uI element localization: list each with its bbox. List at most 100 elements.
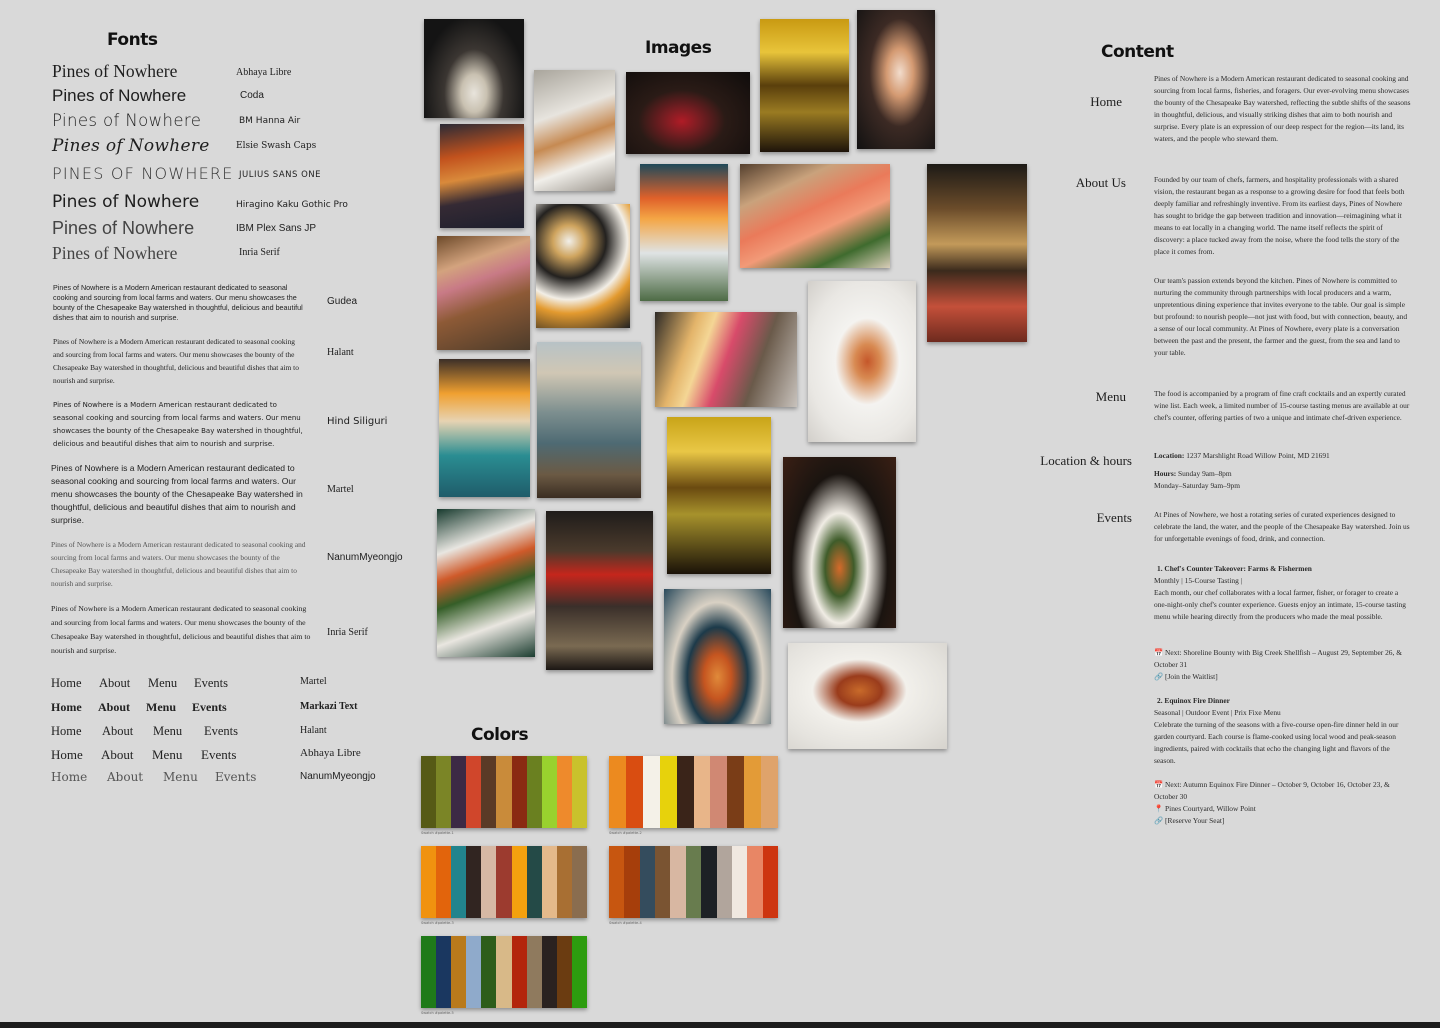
color-swatch[interactable] <box>421 756 437 828</box>
color-swatch[interactable] <box>701 846 717 918</box>
font-sample[interactable]: Pines of Nowhere <box>52 136 210 156</box>
color-swatch[interactable] <box>466 846 482 918</box>
color-swatch[interactable] <box>421 936 437 1008</box>
color-swatch[interactable] <box>609 756 626 828</box>
lobster-dish-photo[interactable] <box>788 643 947 749</box>
color-palette[interactable] <box>421 756 588 828</box>
color-swatch[interactable] <box>747 846 763 918</box>
color-swatch[interactable] <box>625 756 643 828</box>
nav-item-events[interactable]: Events <box>204 724 238 739</box>
color-swatch[interactable] <box>466 936 482 1008</box>
sushi-platter-photo[interactable] <box>440 124 524 228</box>
color-swatch[interactable] <box>710 756 728 828</box>
nav-item-home[interactable]: Home <box>51 676 99 691</box>
wine-bar-photo[interactable] <box>667 417 771 574</box>
plated-dish-photo[interactable] <box>424 19 524 118</box>
charcuterie-board-photo[interactable] <box>437 236 530 350</box>
color-swatch[interactable] <box>655 846 671 918</box>
color-swatch[interactable] <box>642 756 660 828</box>
oysters-photo[interactable] <box>439 359 530 497</box>
waterfront-dining-photo[interactable] <box>537 342 641 498</box>
color-swatch[interactable] <box>496 936 512 1008</box>
font-sample[interactable]: Pines of Nowhere <box>52 111 201 130</box>
nav-item-menu[interactable]: Menu <box>146 700 192 715</box>
nav-item-menu[interactable]: Menu <box>163 770 215 784</box>
nav-item-menu[interactable]: Menu <box>148 676 194 691</box>
seafood-pasta-photo[interactable] <box>664 589 771 724</box>
color-swatch[interactable] <box>727 756 745 828</box>
color-swatch[interactable] <box>571 936 588 1008</box>
nav-item-about[interactable]: About <box>101 747 152 763</box>
color-swatch[interactable] <box>716 846 732 918</box>
color-swatch[interactable] <box>496 846 512 918</box>
color-swatch[interactable] <box>481 756 497 828</box>
color-swatch[interactable] <box>685 846 702 918</box>
bartender-pouring-photo[interactable] <box>655 312 797 407</box>
color-swatch[interactable] <box>541 756 557 828</box>
bar-shelf-photo[interactable] <box>760 19 849 152</box>
color-swatch[interactable] <box>451 756 467 828</box>
color-palette[interactable] <box>609 756 779 828</box>
color-swatch[interactable] <box>436 936 452 1008</box>
shellfish-hand-photo[interactable] <box>857 10 935 149</box>
cocktails-photo[interactable] <box>640 164 728 301</box>
nav-item-events[interactable]: Events <box>194 676 228 691</box>
color-swatch[interactable] <box>659 756 677 828</box>
color-swatch[interactable] <box>744 756 762 828</box>
color-swatch[interactable] <box>556 756 572 828</box>
color-swatch[interactable] <box>466 756 482 828</box>
color-swatch[interactable] <box>571 846 588 918</box>
color-swatch[interactable] <box>511 936 527 1008</box>
nav-item-menu[interactable]: Menu <box>153 724 204 739</box>
color-palette[interactable] <box>421 846 588 918</box>
font-sample[interactable]: Pines of Nowhere <box>52 164 234 183</box>
color-swatch[interactable] <box>436 846 452 918</box>
color-swatch[interactable] <box>731 846 748 918</box>
color-swatch[interactable] <box>761 756 779 828</box>
color-palette[interactable] <box>609 846 778 918</box>
nav-item-about[interactable]: About <box>102 724 153 739</box>
color-swatch[interactable] <box>511 756 527 828</box>
color-swatch[interactable] <box>541 846 557 918</box>
event-link[interactable]: 🔗 [Reserve Your Seat] <box>1154 815 1224 827</box>
crab-dish-photo[interactable] <box>808 281 916 442</box>
chef-portrait-photo[interactable] <box>546 511 653 670</box>
color-swatch[interactable] <box>670 846 686 918</box>
nav-item-about[interactable]: About <box>98 700 146 715</box>
event-link[interactable]: 🔗 [Join the Waitlist] <box>1154 671 1218 683</box>
table-dishes-photo[interactable] <box>534 70 615 191</box>
whole-fish-photo[interactable] <box>437 509 535 657</box>
color-swatch[interactable] <box>511 846 527 918</box>
font-sample[interactable]: Pines of Nowhere <box>52 61 177 82</box>
color-palette[interactable] <box>421 936 588 1008</box>
color-swatch[interactable] <box>526 756 542 828</box>
nav-item-about[interactable]: About <box>99 676 148 691</box>
nav-item-events[interactable]: Events <box>215 770 256 784</box>
font-sample[interactable]: Pines of Nowhere <box>52 86 186 106</box>
font-sample[interactable]: Pines of Nowhere <box>52 243 177 264</box>
color-swatch[interactable] <box>693 756 711 828</box>
nav-item-home[interactable]: Home <box>51 700 98 715</box>
color-swatch[interactable] <box>526 846 542 918</box>
nav-item-home[interactable]: Home <box>51 724 102 739</box>
nav-item-home[interactable]: Home <box>51 747 101 763</box>
color-swatch[interactable] <box>496 756 512 828</box>
salmon-entree-photo[interactable] <box>783 457 896 628</box>
color-swatch[interactable] <box>481 936 497 1008</box>
color-swatch[interactable] <box>556 846 572 918</box>
color-swatch[interactable] <box>556 936 572 1008</box>
color-swatch[interactable] <box>762 846 778 918</box>
small-plates-photo[interactable] <box>536 204 630 328</box>
color-swatch[interactable] <box>436 756 452 828</box>
font-sample[interactable]: Pines of Nowhere <box>52 218 194 239</box>
font-sample[interactable]: Pines of Nowhere <box>52 192 199 212</box>
color-swatch[interactable] <box>639 846 656 918</box>
color-swatch[interactable] <box>451 846 467 918</box>
color-swatch[interactable] <box>421 846 437 918</box>
color-swatch[interactable] <box>624 846 640 918</box>
nav-item-about[interactable]: About <box>107 770 163 784</box>
color-swatch[interactable] <box>451 936 467 1008</box>
nav-item-menu[interactable]: Menu <box>152 747 201 763</box>
color-swatch[interactable] <box>676 756 694 828</box>
color-swatch[interactable] <box>571 756 588 828</box>
